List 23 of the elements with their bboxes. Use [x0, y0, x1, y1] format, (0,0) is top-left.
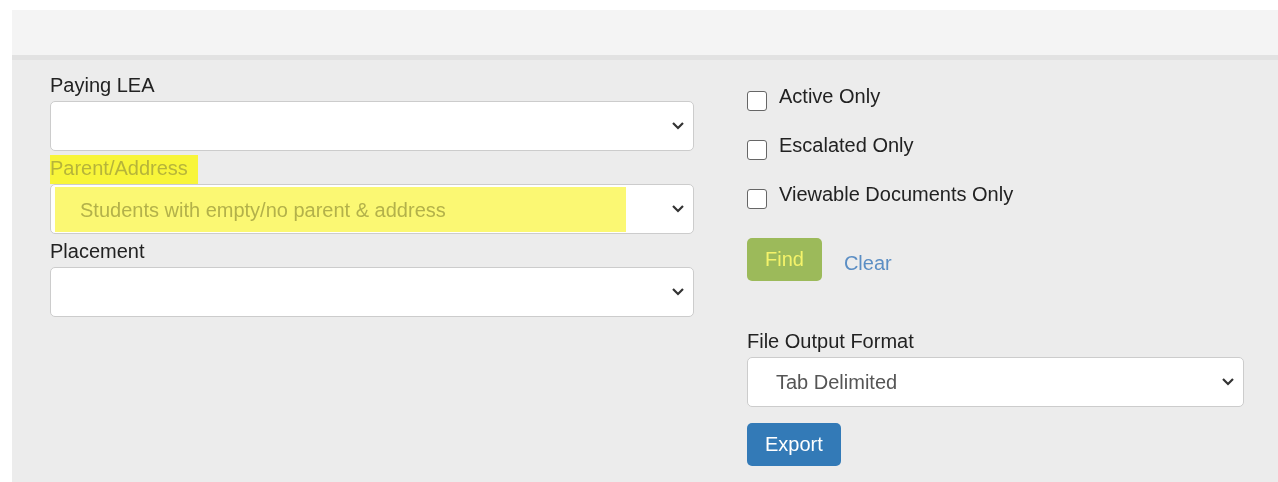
chevron-down-icon [1222, 378, 1234, 386]
checkbox-label: Viewable Documents Only [779, 183, 1014, 206]
checkbox[interactable] [747, 188, 767, 209]
dropdown-field[interactable]: Tab Delimited [747, 357, 1244, 407]
chevron-down-icon [672, 122, 684, 130]
dropdown-field[interactable] [50, 267, 694, 317]
checkbox-label: Escalated Only [779, 134, 914, 157]
find-button[interactable]: Find [747, 237, 822, 281]
dropdown-field[interactable] [50, 101, 694, 151]
field-label: Placement [50, 239, 145, 264]
field-label: Parent/Address [50, 155, 198, 184]
chevron-down-icon [672, 205, 684, 213]
field-label: Paying LEA [50, 73, 155, 98]
checkbox[interactable] [747, 139, 767, 160]
selected-value: Tab Delimited [776, 370, 898, 394]
checkbox-label: Active Only [779, 85, 881, 108]
export-button[interactable]: Export [747, 423, 841, 466]
clear-link[interactable]: Clear [843, 251, 892, 275]
field-label: File Output Format [747, 329, 914, 354]
chevron-down-icon [672, 288, 684, 296]
dropdown-field[interactable]: Students with empty/no parent & address [50, 184, 694, 234]
checkbox[interactable] [747, 90, 767, 111]
selected-value: Students with empty/no parent & address [55, 186, 626, 232]
